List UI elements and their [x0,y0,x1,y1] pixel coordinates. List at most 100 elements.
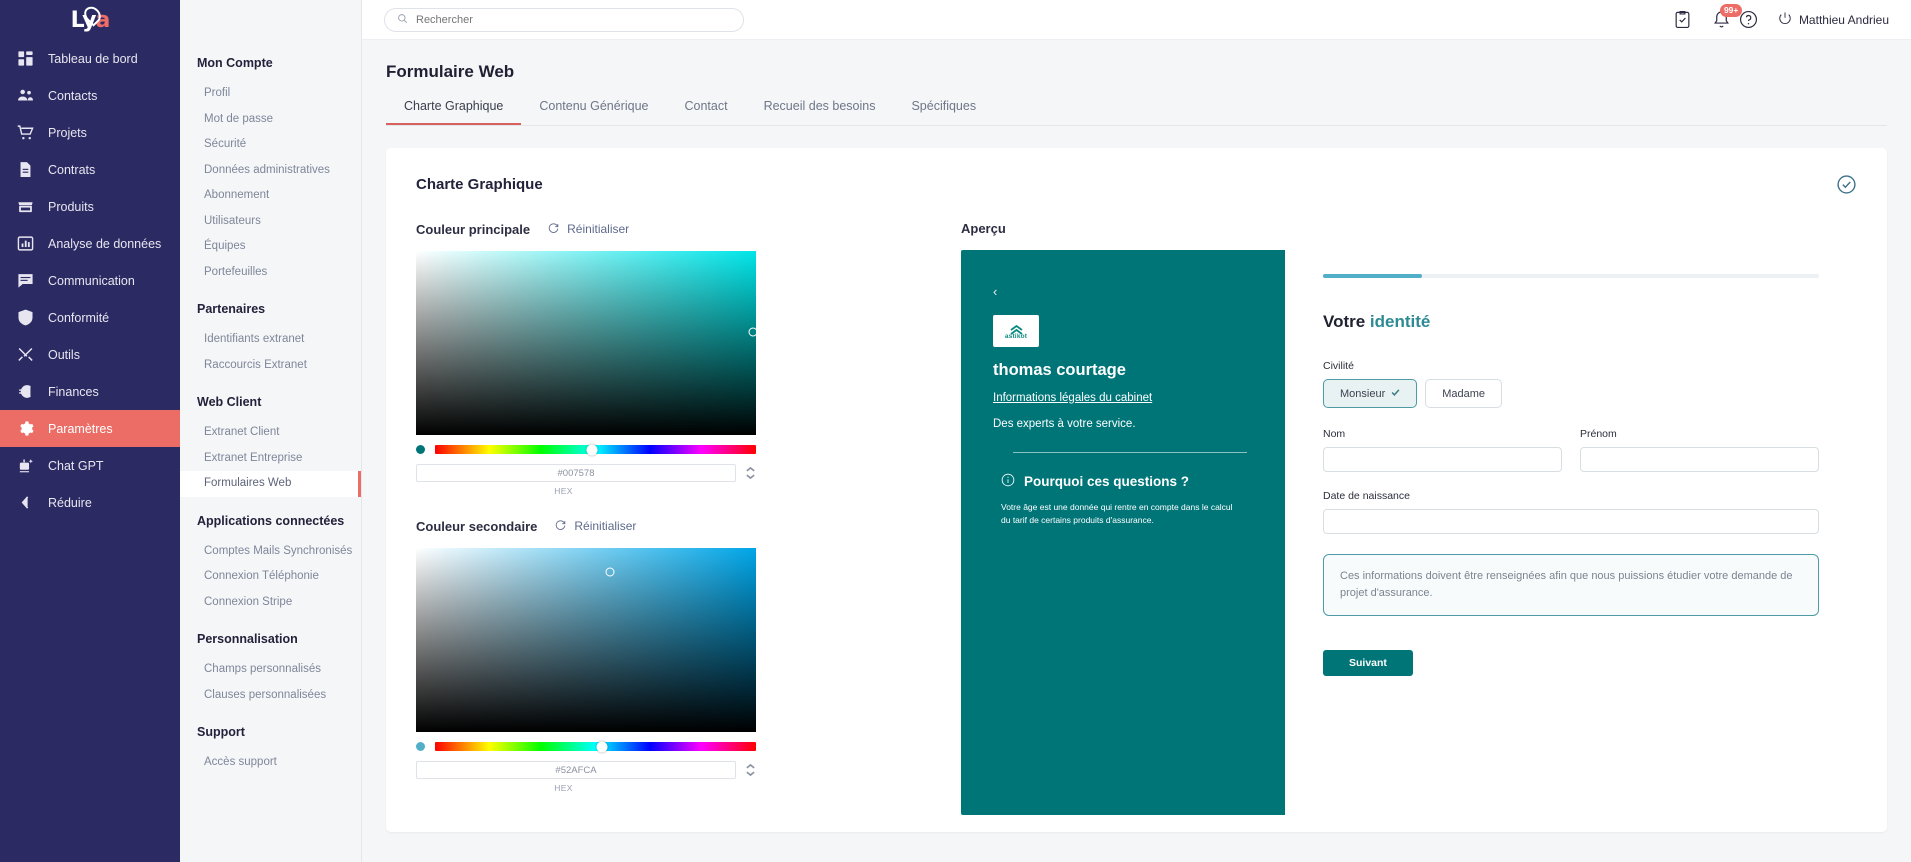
sidebar-item-outils[interactable]: Outils [0,336,180,373]
sidebar-item-label: Finances [48,384,99,399]
sidebar-item-label: Communication [48,273,135,288]
search-box[interactable] [384,7,744,32]
subnav-group-title: Applications connectées [197,513,345,528]
check-circle-icon[interactable] [1836,174,1857,195]
subnav-item-formulaires-web[interactable]: Formulaires Web [180,471,361,497]
tab-contact[interactable]: Contact [666,99,745,125]
tab-contenu-generique[interactable]: Contenu Générique [521,99,666,125]
astikot-logo: astikot [993,315,1039,347]
secondary-saturation-area[interactable] [416,548,756,732]
secondary-hue-knob[interactable] [596,741,608,752]
subnav-group-partenaires: Partenaires Identifiants extranet Raccou… [180,302,361,378]
help-circle-icon[interactable] [1739,10,1758,29]
subnav-item-connexion-stripe[interactable]: Connexion Stripe [180,590,361,616]
civility-option-madame[interactable]: Madame [1425,379,1503,408]
sidebar-item-produits[interactable]: Produits [0,188,180,225]
subnav-item-mot-de-passe[interactable]: Mot de passe [180,107,361,133]
prenom-input[interactable] [1580,447,1819,472]
sidebar-item-chat-gpt[interactable]: Chat GPT [0,447,180,484]
card-header: Charte Graphique [416,174,1857,195]
secondary-format-stepper[interactable] [745,763,756,777]
subnav-item-securite[interactable]: Sécurité [180,132,361,158]
birth-input[interactable] [1323,509,1819,534]
secondary-hex-row [416,761,756,779]
page-title: Formulaire Web [386,62,515,81]
reset-secondary-color-button[interactable]: Réinitialiser [554,518,636,534]
sidebar-item-communication[interactable]: Communication [0,262,180,299]
sidebar-item-label: Chat GPT [48,458,104,473]
search-input[interactable] [416,13,731,26]
subnav-group-title: Partenaires [197,302,266,317]
reset-primary-color-button[interactable]: Réinitialiser [547,221,629,237]
subnav-item-comptes-mails-synchronises[interactable]: Comptes Mails Synchronisés [180,539,361,565]
top-bar-actions: 99+ Matthieu Andrieu [1673,4,1889,29]
secondary-color-label: Couleur secondaire [416,518,538,534]
subnav-item-extranet-client[interactable]: Extranet Client [180,420,361,446]
reset-label: Réinitialiser [574,519,637,533]
top-bar: 99+ Matthieu Andrieu [362,0,1911,40]
robot-icon [16,457,34,475]
clipboard-check-icon[interactable] [1673,10,1692,29]
user-name: Matthieu Andrieu [1798,12,1889,27]
preview-left-panel: ‹ astikot thomas courtage Informations l… [961,250,1285,815]
main-column: 99+ Matthieu Andrieu Formulaire Web Char… [362,0,1911,862]
sidebar-item-contacts[interactable]: Contacts [0,77,180,114]
legal-info-link[interactable]: Informations légales du cabinet [993,392,1253,404]
subnav-item-connexion-telephonie[interactable]: Connexion Téléphonie [180,564,361,590]
search-icon [397,11,408,29]
primary-saturation-area[interactable] [416,251,758,435]
subnav-item-utilisateurs[interactable]: Utilisateurs [180,209,361,235]
sidebar-item-tableau-de-bord[interactable]: Tableau de bord [0,40,180,77]
civility-option-monsieur[interactable]: Monsieur [1323,379,1418,408]
subnav-item-portefeuilles[interactable]: Portefeuilles [180,260,361,286]
subnav-group-applications-connectees: Applications connectées Comptes Mails Sy… [180,514,361,616]
sidebar-item-projets[interactable]: Projets [0,114,180,151]
subnav-item-clauses-personnalisees[interactable]: Clauses personnalisées [180,683,361,709]
secondary-hex-input[interactable] [416,761,736,779]
subnav-item-acces-support[interactable]: Accès support [180,750,361,776]
subnav-item-profil[interactable]: Profil [180,81,361,107]
primary-color-handle[interactable] [748,327,758,337]
primary-hex-input[interactable] [416,464,736,482]
sidebar-item-analyse-de-donnees[interactable]: Analyse de données [0,225,180,262]
secondary-color-handle[interactable] [605,567,615,577]
sidebar-item-parametres[interactable]: Paramètres [0,410,180,447]
primary-hue-knob[interactable] [586,444,598,455]
tab-specifiques[interactable]: Spécifiques [893,99,994,125]
civility-option-label: Madame [1442,387,1486,400]
chevron-left-icon[interactable]: ‹ [993,284,1253,299]
user-menu[interactable]: Matthieu Andrieu [1778,11,1889,28]
sidebar-item-reduire[interactable]: Réduire [0,484,180,521]
sidebar-item-finances[interactable]: Finances [0,373,180,410]
document-icon [16,161,34,179]
app-logo[interactable]: Lya [0,0,180,40]
nom-input[interactable] [1323,447,1562,472]
birth-label: Date de naissance [1323,490,1410,502]
sidebar-item-label: Analyse de données [48,236,162,251]
sidebar-item-conformite[interactable]: Conformité [0,299,180,336]
secondary-hue-row [416,741,756,752]
subnav-item-donnees-administratives[interactable]: Données administratives [180,158,361,184]
tab-recueil-des-besoins[interactable]: Recueil des besoins [746,99,894,125]
tab-charte-graphique[interactable]: Charte Graphique [386,99,522,125]
tools-icon [16,346,34,364]
secondary-hue-slider[interactable] [435,741,756,752]
subnav-item-extranet-entreprise[interactable]: Extranet Entreprise [180,446,361,472]
color-pickers: Couleur principale Réinitialiser #007578… [416,221,921,815]
sidebar-item-label: Projets [48,125,87,140]
subnav-item-raccourcis-extranet[interactable]: Raccourcis Extranet [180,353,361,379]
reset-label: Réinitialiser [567,222,630,236]
bell-icon[interactable]: 99+ [1712,4,1743,29]
primary-hex-format-label: HEX [554,486,573,496]
sidebar-item-contrats[interactable]: Contrats [0,151,180,188]
birth-field-group: Date de naissance [1323,490,1819,534]
next-button[interactable]: Suivant [1323,650,1413,677]
preview-divider [1013,452,1247,453]
subnav-item-abonnement[interactable]: Abonnement [180,183,361,209]
subnav-item-identifiants-extranet[interactable]: Identifiants extranet [180,327,361,353]
primary-hue-slider[interactable] [435,444,756,455]
primary-format-stepper[interactable] [745,466,756,480]
page-tabs: Charte Graphique Contenu Générique Conta… [386,99,1887,126]
subnav-item-champs-personnalises[interactable]: Champs personnalisés [180,657,361,683]
subnav-item-equipes[interactable]: Équipes [180,234,361,260]
